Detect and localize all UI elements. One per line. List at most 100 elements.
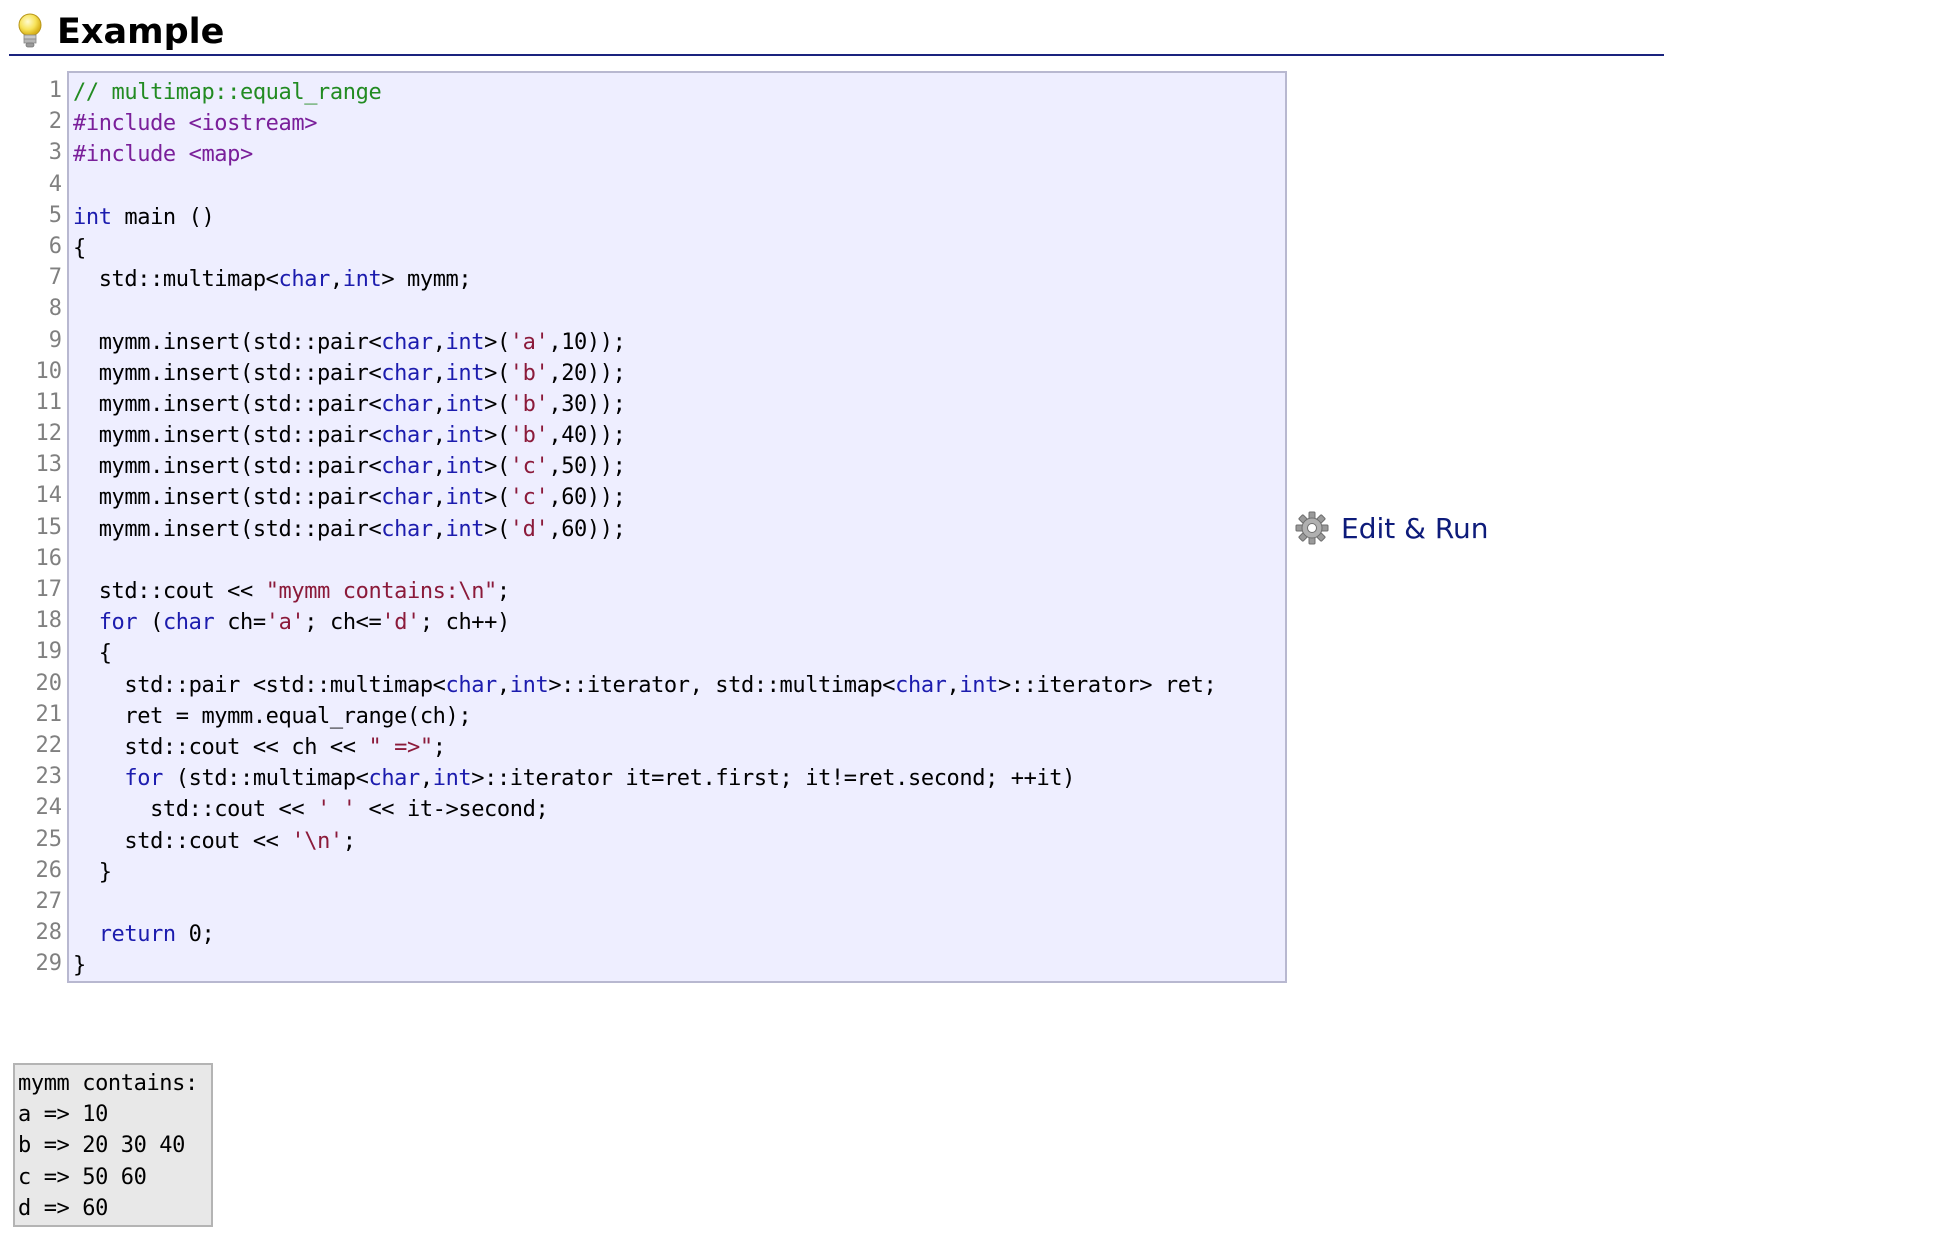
code-token: int: [342, 267, 382, 293]
output-line: mymm contains:: [18, 1071, 198, 1096]
code-token: main (): [111, 204, 215, 230]
code-token: ,: [432, 391, 446, 417]
code-token: >(: [484, 360, 510, 386]
code-token: ' ': [317, 797, 356, 823]
code-token: ,50));: [548, 454, 626, 480]
code-token: 'b': [509, 391, 549, 417]
code-token: return: [98, 922, 176, 948]
code-token: std::cout <<: [73, 579, 266, 604]
line-number: 17: [35, 577, 63, 602]
code-token: 'd': [509, 516, 549, 542]
line-number: 16: [35, 545, 63, 571]
code-token: >(: [484, 391, 510, 417]
code-token: 0;: [175, 922, 215, 948]
line-number: 4: [48, 171, 62, 197]
code-token: >(: [484, 423, 510, 449]
code-token: char: [381, 423, 433, 449]
line-number-gutter: 1 2 3 4 5 6 7 8 9 10 11 12 13 14 15 16 17 18 19 20 21 22 23 24 2…: [10, 71, 63, 979]
code-token: }: [73, 953, 86, 979]
line-number: 1: [48, 78, 62, 103]
code-token: (std::multimap<: [162, 766, 369, 792]
code-token: std::cout << ch <<: [73, 734, 369, 760]
page-title: Example: [57, 12, 225, 52]
code-token: " =>": [368, 734, 433, 760]
code-token: int: [445, 516, 485, 542]
code-token: std::cout <<: [73, 797, 318, 823]
code-token: char: [381, 454, 433, 480]
code-token: for: [98, 610, 138, 636]
line-number: 29: [35, 951, 63, 977]
code-line: return 0;: [73, 919, 1285, 950]
code-token: ,: [432, 485, 446, 511]
code-line: mymm.insert(std::pair<char,int>('b',30))…: [73, 389, 1285, 420]
code-line: #include <map>: [73, 139, 1285, 170]
code-token: ,: [432, 516, 446, 542]
code-line: {: [73, 233, 1285, 264]
code-token: ,: [496, 672, 510, 698]
code-token: 'c': [509, 454, 549, 480]
code-line: std::pair <std::multimap<char,int>::iter…: [73, 670, 1285, 701]
code-token: >(: [484, 516, 510, 542]
line-number: 11: [35, 389, 63, 415]
code-token: char: [278, 267, 331, 293]
code-line: mymm.insert(std::pair<char,int>('a',10))…: [73, 327, 1285, 358]
code-token: char: [895, 672, 947, 698]
code-token: char: [381, 485, 433, 511]
code-block[interactable]: // multimap::equal_range #include <iostre…: [67, 71, 1287, 983]
edit-and-run-label: Edit & Run: [1341, 511, 1489, 545]
output-line: c => 50 60: [18, 1164, 147, 1190]
code-token: mymm.insert(std::pair<: [73, 360, 382, 386]
code-token: ; ch++): [419, 610, 510, 636]
code-token: char: [381, 391, 433, 417]
code-token: ,: [432, 423, 446, 449]
code-token: {: [73, 235, 86, 261]
line-number: 12: [35, 421, 63, 447]
line-number: 26: [35, 857, 63, 883]
line-number: 9: [48, 327, 62, 353]
output-line: a => 10: [18, 1102, 108, 1128]
line-number: 28: [35, 920, 63, 946]
code-token: >::iterator it=ret.first; it!=ret.second…: [471, 766, 1075, 792]
code-token: int: [445, 454, 485, 480]
line-number: 3: [48, 140, 62, 166]
code-token: // multimap::equal_range: [73, 80, 382, 105]
code-line: std::cout << ch << " =>";: [73, 732, 1285, 763]
code-token: (: [137, 610, 163, 636]
line-number: 14: [35, 483, 63, 509]
line-number: 23: [35, 764, 63, 790]
line-number: 6: [48, 233, 62, 259]
code-token: }: [73, 859, 112, 885]
edit-and-run-link[interactable]: Edit & Run: [1295, 508, 1489, 548]
code-token: << it->second;: [355, 797, 549, 823]
code-line: mymm.insert(std::pair<char,int>('d',60))…: [73, 514, 1285, 545]
line-number: 27: [35, 888, 63, 914]
code-token: #include <map>: [73, 142, 253, 168]
code-token: 'a': [509, 329, 549, 355]
code-token: int: [445, 360, 485, 386]
code-token: std::multimap<: [73, 267, 279, 293]
code-token: >(: [484, 485, 510, 511]
code-token: std::cout <<: [73, 828, 292, 854]
lightbulb-icon: [18, 13, 42, 48]
code-token: ,60));: [548, 516, 626, 542]
gear-icon: [1295, 511, 1329, 545]
code-token: for: [124, 766, 163, 792]
code-token: ,: [946, 672, 960, 698]
code-token: ;: [342, 828, 356, 854]
code-token: 'b': [509, 360, 549, 386]
code-token: int: [445, 391, 485, 417]
code-token: ,20));: [548, 360, 626, 386]
code-line: // multimap::equal_range: [73, 77, 1285, 108]
code-line: mymm.insert(std::pair<char,int>('c',60))…: [73, 482, 1285, 513]
line-number: 8: [48, 296, 62, 322]
code-token: '\n': [291, 828, 343, 854]
example-heading: Example: [9, 8, 1664, 56]
code-token: char: [381, 516, 433, 542]
code-token: mymm.insert(std::pair<: [73, 454, 382, 480]
code-token: int: [445, 329, 485, 355]
code-token: char: [381, 360, 433, 386]
